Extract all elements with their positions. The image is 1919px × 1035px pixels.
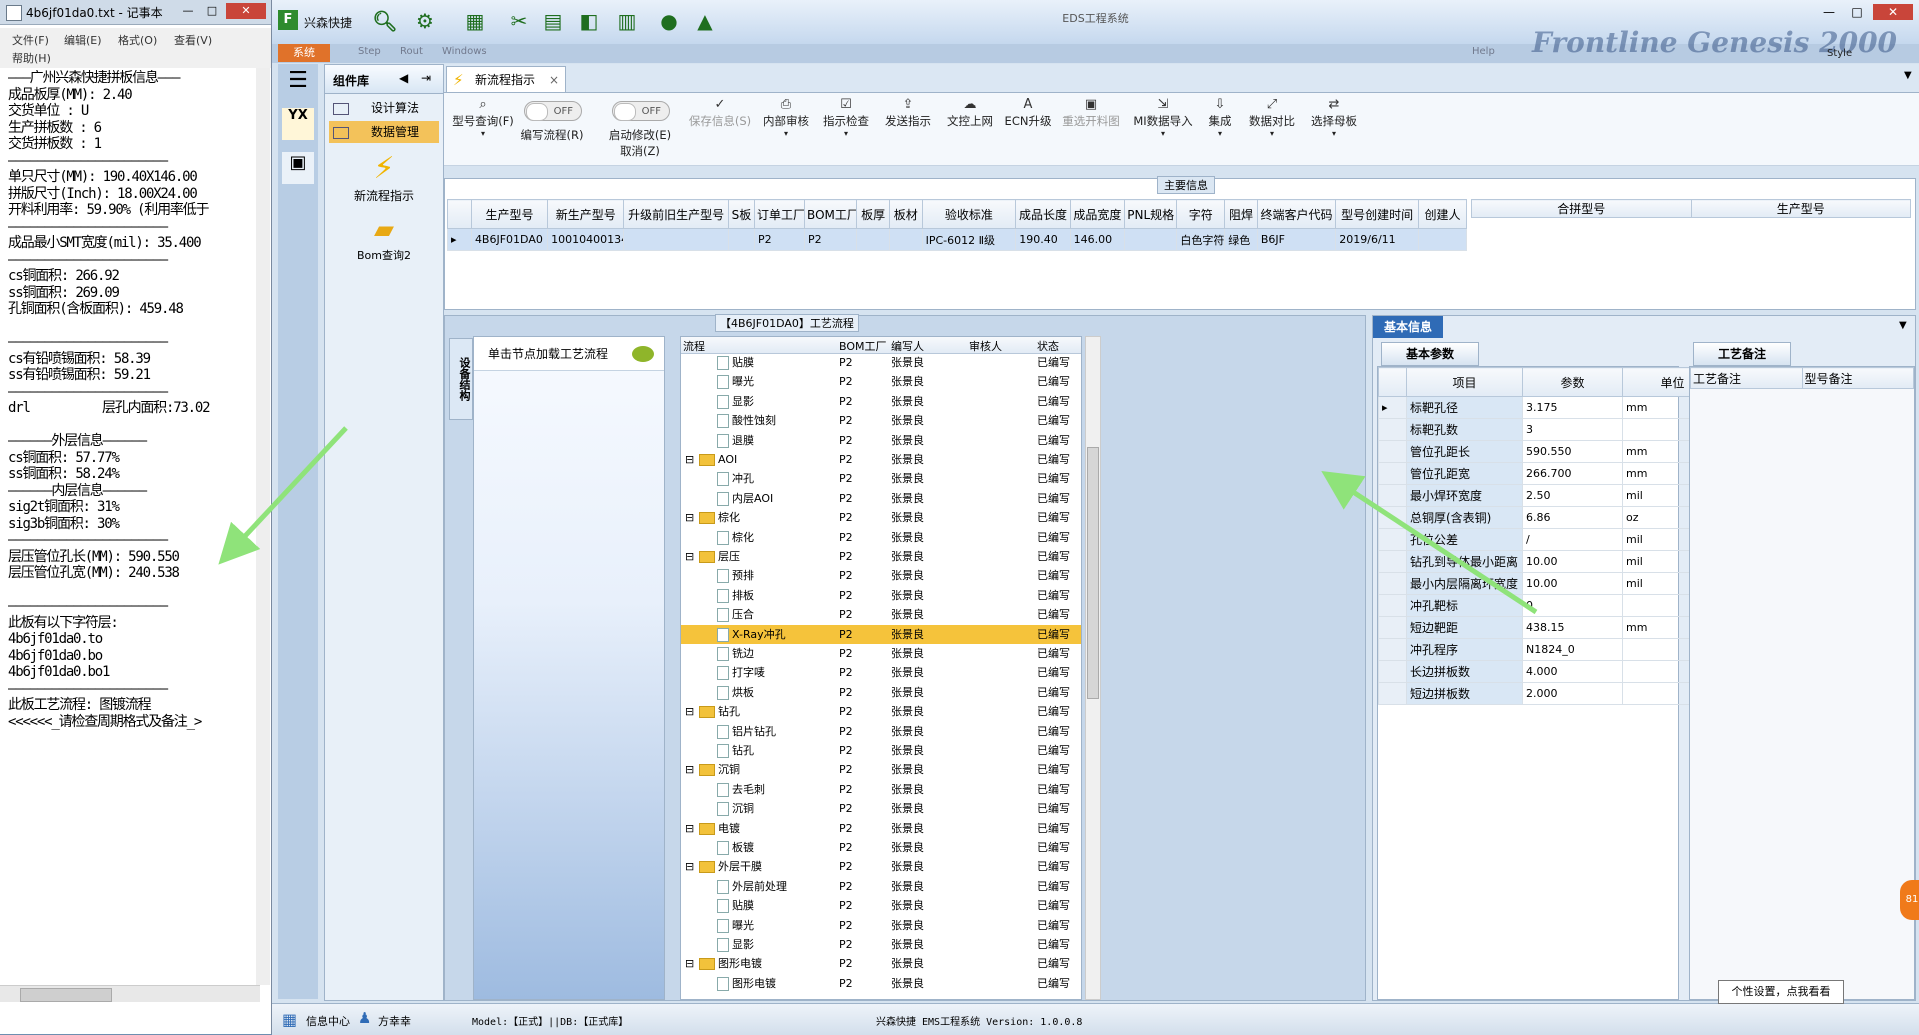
annotation-arrows [218,426,1538,615]
annotation-arrow-left [218,426,348,565]
annotation-arrow-right [1321,471,1538,615]
